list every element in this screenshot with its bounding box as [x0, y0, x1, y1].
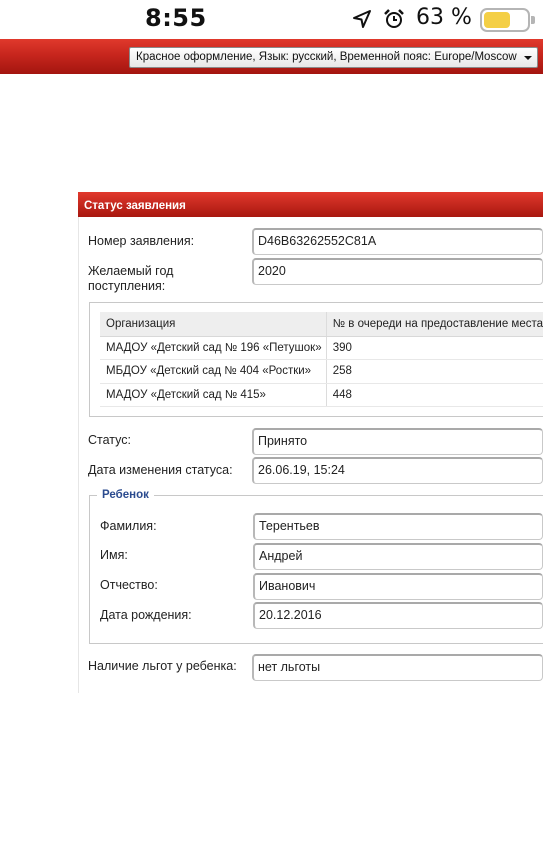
desired-year-label: Желаемый год поступления:	[88, 264, 174, 293]
clock-time: 8:55	[145, 4, 207, 32]
status-changed-label: Дата изменения статуса:	[88, 463, 233, 477]
organizations-table: Организация № в очереди на предоставлени…	[100, 312, 543, 407]
desired-year-field[interactable]: 2020	[252, 258, 543, 285]
battery-fill	[484, 12, 510, 28]
last-name-label: Фамилия:	[100, 519, 157, 533]
column-header-queue-number: № в очереди на предоставление места	[326, 312, 543, 337]
benefits-label: Наличие льгот у ребенка:	[88, 659, 237, 673]
chevron-down-icon	[524, 56, 532, 60]
table-row: МБДОУ «Детский сад № 404 «Ростки» 258	[100, 359, 543, 384]
alarm-clock-icon	[384, 9, 404, 28]
battery-percent: 63 %	[416, 5, 472, 30]
first-name-label: Имя:	[100, 548, 128, 562]
child-legend: Ребенок	[97, 488, 154, 503]
queue-cell: 390	[326, 336, 543, 360]
application-number-label: Номер заявления:	[88, 234, 195, 248]
queue-cell: 448	[326, 383, 543, 407]
table-row: МАДОУ «Детский сад № 196 «Петушок» 390	[100, 336, 543, 360]
status-field[interactable]: Принято	[252, 428, 543, 455]
battery-icon	[480, 8, 535, 32]
location-arrow-icon	[353, 10, 371, 28]
status-changed-field[interactable]: 26.06.19, 15:24	[252, 457, 543, 484]
benefits-field[interactable]: нет льготы	[252, 654, 543, 681]
ios-status-bar: 8:55 63 %	[0, 0, 543, 38]
table-header-row: Организация № в очереди на предоставлени…	[100, 312, 543, 337]
status-label: Статус:	[88, 433, 131, 447]
theme-select-value: Красное оформление, Язык: русский, Време…	[136, 51, 517, 63]
org-cell: МАДОУ «Детский сад № 415»	[100, 383, 327, 407]
last-name-field[interactable]: Терентьев	[253, 513, 543, 540]
theme-language-timezone-select[interactable]: Красное оформление, Язык: русский, Време…	[129, 47, 538, 68]
patronymic-field[interactable]: Иванович	[253, 573, 543, 600]
org-cell: МБДОУ «Детский сад № 404 «Ростки»	[100, 359, 327, 384]
first-name-field[interactable]: Андрей	[253, 543, 543, 570]
birth-date-field[interactable]: 20.12.2016	[253, 602, 543, 629]
org-cell: МАДОУ «Детский сад № 196 «Петушок»	[100, 336, 327, 360]
birth-date-label: Дата рождения:	[100, 608, 192, 622]
patronymic-label: Отчество:	[100, 578, 158, 592]
queue-cell: 258	[326, 359, 543, 384]
panel-title: Статус заявления	[78, 192, 543, 217]
table-row: МАДОУ «Детский сад № 415» 448	[100, 383, 543, 407]
column-header-organization: Организация	[100, 312, 327, 337]
application-number-field[interactable]: D46B63262552C81A	[252, 228, 543, 255]
